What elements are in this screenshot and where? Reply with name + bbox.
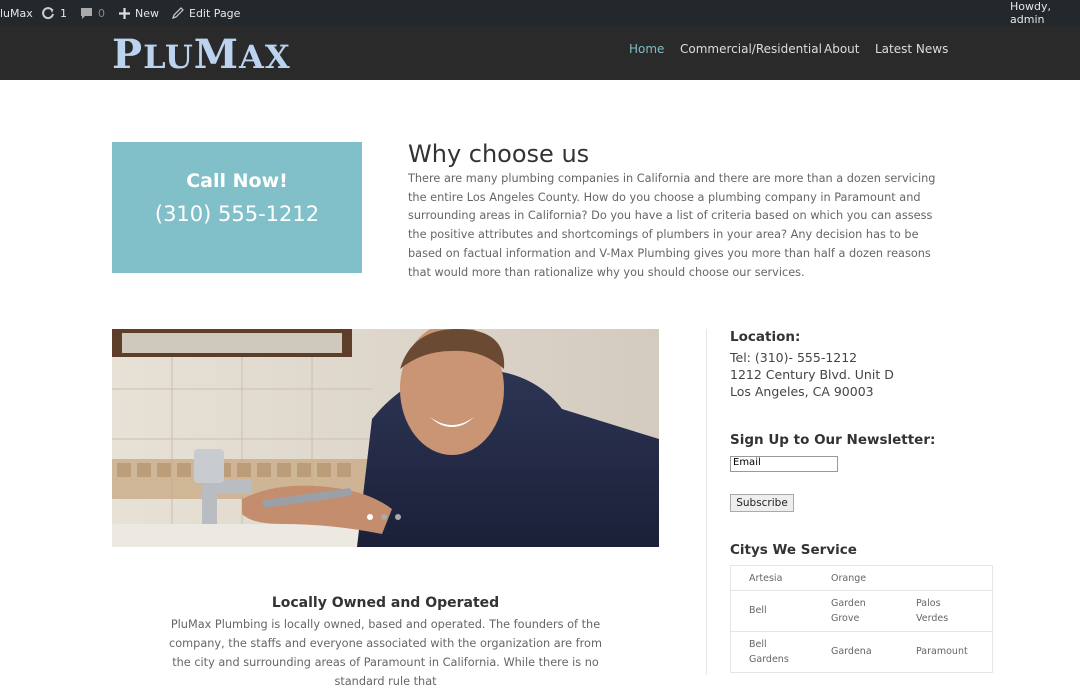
cities-table: Artesia Orange Bell Garden Grove Palos V… (730, 565, 993, 673)
why-text: There are many plumbing companies in Cal… (408, 172, 936, 279)
admin-comments-count: 0 (98, 6, 105, 20)
admin-edit-label: Edit Page (189, 6, 241, 20)
table-row: Bell Garden Grove Palos Verdes (731, 591, 992, 632)
city-cell: Paramount (916, 646, 968, 657)
city-cell: Gardena (831, 646, 872, 657)
nav-latest-news[interactable]: Latest News (875, 42, 948, 56)
location-address2: Los Angeles, CA 90003 (730, 384, 874, 399)
nav-home[interactable]: Home (629, 42, 664, 56)
comment-icon (80, 7, 93, 20)
newsletter-title: Sign Up to Our Newsletter: (730, 432, 936, 448)
table-row: Artesia Orange (731, 566, 992, 591)
admin-comments[interactable]: 0 (80, 0, 105, 26)
plus-icon (119, 7, 130, 19)
newsletter-email-input[interactable]: Email (730, 456, 838, 472)
why-title: Why choose us (408, 140, 590, 168)
admin-new[interactable]: New (119, 0, 159, 26)
pencil-icon (172, 7, 184, 19)
admin-site-name-label: luMax (0, 6, 33, 20)
call-now-box[interactable]: Call Now! (310) 555-1212 (112, 142, 362, 273)
call-now-title: Call Now! (186, 170, 288, 192)
admin-howdy: Howdy, admin (1010, 0, 1051, 26)
location-tel: Tel: (310)- 555-1212 (730, 350, 858, 365)
sidebar-divider (706, 329, 707, 675)
nav-about[interactable]: About (824, 42, 859, 56)
local-title: Locally Owned and Operated (271, 595, 500, 611)
location-address1: 1212 Century Blvd. Unit D (730, 367, 894, 382)
subscribe-button[interactable]: Subscribe (730, 494, 794, 512)
city-cell: Garden Grove (831, 598, 866, 624)
location-title: Location: (730, 329, 801, 345)
slider-dot-1[interactable] (367, 514, 373, 520)
admin-bar: luMax 1 0 New Edit Page Howdy, admin (0, 0, 1080, 26)
logo-lu: LU (143, 38, 194, 76)
city-cell: Palos Verdes (916, 598, 949, 624)
city-cell: Bell Gardens (749, 639, 789, 665)
city-cell: Artesia (749, 573, 783, 584)
site-logo[interactable]: PLUMAX (112, 35, 291, 75)
logo-p: P (112, 31, 144, 78)
admin-updates-count: 1 (60, 6, 67, 20)
logo-m: M (193, 31, 240, 78)
slider-dot-2[interactable] (381, 514, 387, 520)
refresh-icon (41, 6, 55, 20)
city-cell: Bell (749, 605, 767, 616)
nav-commercial-residential[interactable]: Commercial/Residential (680, 42, 822, 56)
city-cell: Orange (831, 573, 867, 584)
slider-dots (367, 514, 401, 520)
admin-account[interactable]: Howdy, admin (1010, 0, 1080, 26)
admin-new-label: New (135, 6, 159, 20)
cities-title: Citys We Service (730, 542, 857, 558)
admin-site-name[interactable]: luMax (0, 0, 33, 26)
slider-dot-3[interactable] (395, 514, 401, 520)
admin-updates[interactable]: 1 (41, 0, 67, 26)
logo-ax: AX (239, 38, 291, 76)
table-row: Bell Gardens Gardena Paramount (731, 632, 992, 673)
local-text: PluMax Plumbing is locally owned, based … (169, 618, 602, 688)
call-now-phone: (310) 555-1212 (154, 202, 320, 226)
admin-edit-page[interactable]: Edit Page (172, 0, 240, 26)
